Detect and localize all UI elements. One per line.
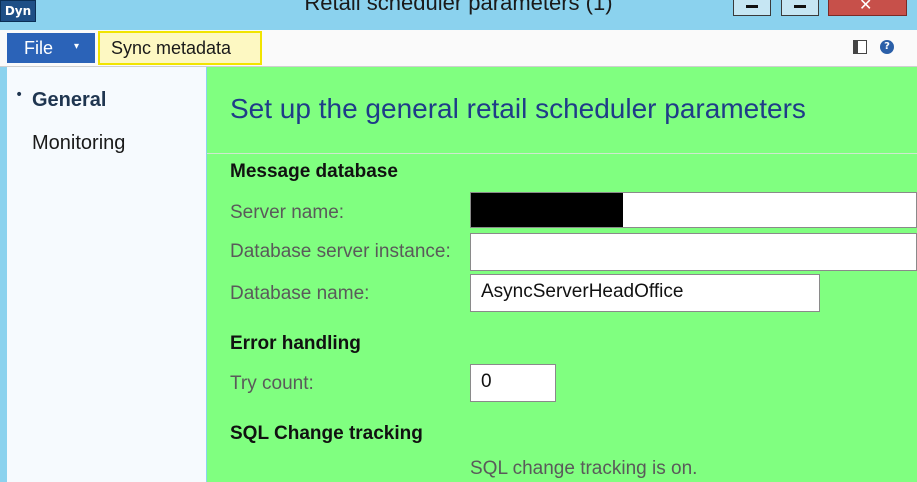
server-name-label: Server name:	[230, 202, 345, 223]
redaction-block	[471, 193, 623, 227]
database-name-label: Database name:	[230, 283, 370, 304]
chevron-down-icon: ▾	[74, 41, 80, 52]
active-bullet-icon: •	[15, 87, 24, 103]
help-icon[interactable]: ?	[880, 40, 894, 54]
sync-metadata-label: Sync metadata	[111, 38, 232, 58]
page-title: Set up the general retail scheduler para…	[230, 93, 806, 124]
minimize-button[interactable]	[733, 0, 771, 16]
sql-change-tracking-status: SQL change tracking is on.	[470, 458, 698, 479]
sidebar-item-monitoring[interactable]: Monitoring	[32, 132, 125, 155]
database-server-instance-label: Database server instance:	[230, 241, 451, 262]
layout-icon[interactable]	[853, 40, 867, 54]
maximize-button[interactable]	[781, 0, 819, 16]
close-button[interactable]: ✕	[828, 0, 907, 16]
maximize-icon	[794, 5, 806, 8]
try-count-field[interactable]: 0	[470, 364, 556, 402]
title-bar: Dyn Retail scheduler parameters (1) ✕	[0, 0, 917, 30]
close-icon: ✕	[859, 0, 873, 14]
sidebar-nav: • General Monitoring	[7, 67, 206, 482]
sidebar-item-general[interactable]: General	[32, 89, 106, 112]
ribbon: File ▾ Sync metadata ?	[0, 30, 917, 67]
window-title: Retail scheduler parameters (1)	[304, 0, 613, 15]
section-sql-change-tracking: SQL Change tracking	[230, 423, 423, 444]
database-name-field[interactable]: AsyncServerHeadOffice	[470, 274, 820, 312]
section-error-handling: Error handling	[230, 333, 361, 354]
database-server-instance-field[interactable]	[470, 233, 917, 271]
file-menu-label: File	[24, 38, 54, 58]
sync-metadata-button[interactable]: Sync metadata	[98, 31, 262, 65]
minimize-icon	[746, 5, 758, 8]
file-menu-button[interactable]: File ▾	[7, 33, 95, 63]
main-panel: Set up the general retail scheduler para…	[207, 67, 917, 482]
divider	[207, 153, 917, 154]
server-name-field[interactable]	[470, 192, 917, 228]
try-count-label: Try count:	[230, 373, 314, 394]
section-message-database: Message database	[230, 161, 398, 182]
